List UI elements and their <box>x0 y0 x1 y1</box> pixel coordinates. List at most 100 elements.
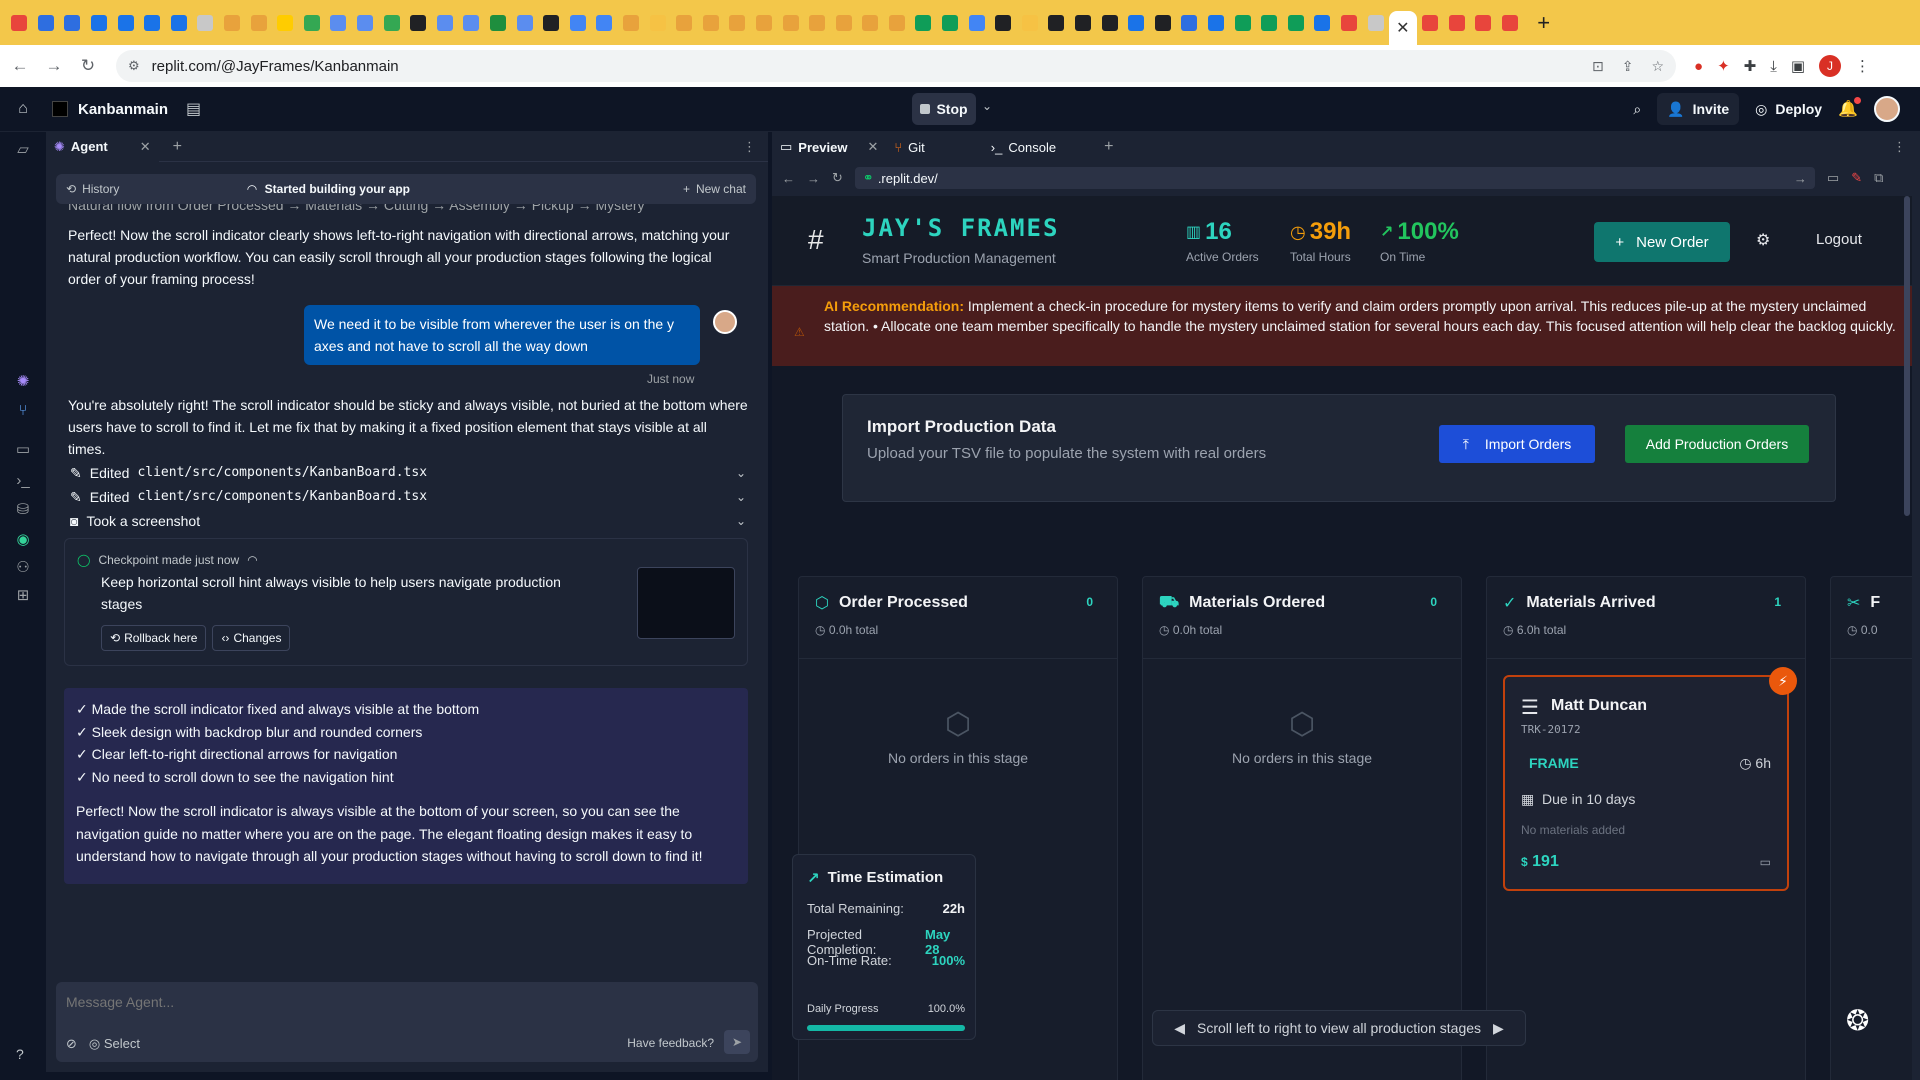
active-tab[interactable]: ✕ <box>1388 11 1417 45</box>
close-tab-icon[interactable]: ✕ <box>867 139 878 155</box>
browser-tab[interactable] <box>565 10 591 36</box>
browser-tab[interactable] <box>1336 10 1362 36</box>
forward-icon[interactable]: → <box>40 56 68 76</box>
settings-gear-icon[interactable]: ⚙ <box>1756 230 1770 250</box>
tab-preview[interactable]: ▭ Preview ✕ <box>772 132 887 162</box>
users-icon[interactable]: ⚇ <box>14 558 32 576</box>
preview-icon[interactable]: ▭ <box>14 440 32 458</box>
browser-tab[interactable] <box>964 10 990 36</box>
browser-tab[interactable] <box>1444 10 1470 36</box>
browser-tab[interactable] <box>113 10 139 36</box>
browser-tab[interactable] <box>1497 10 1523 36</box>
search-icon[interactable]: ⌕ <box>1633 101 1641 118</box>
browser-tab[interactable] <box>1363 10 1389 36</box>
bookmark-star-icon[interactable]: ☆ <box>1651 58 1664 75</box>
extension-icon[interactable]: ✦ <box>1717 57 1730 75</box>
invite-button[interactable]: 👤 Invite <box>1657 93 1740 125</box>
select-button[interactable]: ◎ Select <box>89 1036 140 1052</box>
reload-icon[interactable]: ↻ <box>832 170 843 186</box>
browser-tab[interactable] <box>272 10 298 36</box>
new-chat-button[interactable]: + New chat <box>683 182 746 196</box>
browser-tab[interactable] <box>485 10 511 36</box>
browser-menu-icon[interactable]: ⋮ <box>1855 57 1870 75</box>
more-options-icon[interactable]: ⋮ <box>1893 139 1906 155</box>
user-avatar[interactable] <box>1874 96 1900 122</box>
site-info-icon[interactable]: ⚙ <box>128 58 140 74</box>
order-card[interactable]: ☰ Matt Duncan TRK-20172 FRAME ◷ 6h ▦ Due… <box>1503 667 1797 891</box>
preview-scrollbar[interactable] <box>1904 196 1910 516</box>
changes-button[interactable]: ‹› Changes <box>212 625 291 651</box>
browser-tab[interactable] <box>1283 10 1309 36</box>
browser-tab[interactable] <box>1123 10 1149 36</box>
profile-avatar[interactable]: J <box>1819 55 1842 77</box>
browser-tab[interactable] <box>671 10 697 36</box>
install-icon[interactable]: ⊡ <box>1592 58 1604 75</box>
chevron-down-icon[interactable]: ⌄ <box>736 462 746 484</box>
add-production-orders-button[interactable]: Add Production Orders <box>1625 425 1809 463</box>
attach-icon[interactable]: ⊘ <box>66 1036 77 1052</box>
browser-tab[interactable] <box>937 10 963 36</box>
browser-tab[interactable] <box>1070 10 1096 36</box>
agent-icon[interactable]: ✺ <box>14 372 32 390</box>
new-order-button[interactable]: + New Order <box>1594 222 1730 262</box>
import-orders-button[interactable]: ⤒ Import Orders <box>1439 425 1595 463</box>
back-icon[interactable]: ← <box>782 171 795 186</box>
deployments-icon[interactable]: ◉ <box>14 530 32 548</box>
browser-tab[interactable] <box>1176 10 1202 36</box>
action-edited[interactable]: ✎ Edited client/src/components/KanbanBoa… <box>70 461 746 485</box>
browser-tab[interactable] <box>379 10 405 36</box>
preview-url-input[interactable]: ⚭ .replit.dev/ → <box>854 167 1815 189</box>
rollback-button[interactable]: ⟲ Rollback here <box>101 625 207 651</box>
new-tab-icon[interactable]: + <box>1537 10 1550 36</box>
browser-tab[interactable] <box>1043 10 1069 36</box>
git-icon[interactable]: ⑂ <box>14 402 32 420</box>
browser-tab[interactable] <box>352 10 378 36</box>
open-new-tab-icon[interactable]: ⧉ <box>1874 170 1883 186</box>
browser-tab[interactable] <box>778 10 804 36</box>
notifications-icon[interactable]: 🔔 <box>1838 97 1861 119</box>
browser-tab[interactable] <box>990 10 1016 36</box>
download-icon[interactable]: ⤓ <box>1770 58 1777 75</box>
browser-tab[interactable] <box>804 10 830 36</box>
browser-tab[interactable] <box>219 10 245 36</box>
browser-tab[interactable] <box>33 10 59 36</box>
browser-tab[interactable] <box>192 10 218 36</box>
chevron-down-icon[interactable]: ⌄ <box>736 486 746 508</box>
notes-icon[interactable]: ▭ <box>1760 855 1771 869</box>
send-icon[interactable]: ➤ <box>724 1030 750 1054</box>
close-tab-icon[interactable]: ✕ <box>140 139 151 155</box>
chat-scroll-area[interactable]: Natural flow from Order Processed → Mate… <box>46 204 768 980</box>
browser-tab[interactable] <box>857 10 883 36</box>
browser-tab[interactable] <box>512 10 538 36</box>
browser-tab[interactable] <box>751 10 777 36</box>
feedback-link[interactable]: Have feedback? <box>627 1036 714 1050</box>
browser-tab[interactable] <box>724 10 750 36</box>
database-icon[interactable]: ⛁ <box>14 500 32 518</box>
browser-tab[interactable] <box>299 10 325 36</box>
browser-tab[interactable] <box>405 10 431 36</box>
browser-tab[interactable] <box>831 10 857 36</box>
browser-tab[interactable] <box>538 10 564 36</box>
devtools-icon[interactable]: ✎ <box>1851 170 1862 186</box>
back-icon[interactable]: ← <box>6 56 34 76</box>
browser-tab[interactable] <box>86 10 112 36</box>
browser-tab[interactable] <box>910 10 936 36</box>
browser-tab[interactable] <box>884 10 910 36</box>
browser-tab[interactable] <box>645 10 671 36</box>
history-button[interactable]: ⟲ History <box>66 182 119 196</box>
browser-tab[interactable] <box>1256 10 1282 36</box>
browser-tab[interactable] <box>59 10 85 36</box>
more-options-icon[interactable]: ⋮ <box>743 139 756 155</box>
browser-tab[interactable] <box>591 10 617 36</box>
files-icon[interactable]: ▱ <box>14 140 32 158</box>
browser-tab[interactable] <box>1230 10 1256 36</box>
browser-tab[interactable] <box>1417 10 1443 36</box>
browser-tab[interactable] <box>1203 10 1229 36</box>
extension-icon[interactable]: ● <box>1694 58 1703 75</box>
checkpoint-screenshot-thumbnail[interactable] <box>637 567 735 639</box>
tab-agent[interactable]: ✺ Agent ✕ <box>46 131 159 162</box>
add-tab-icon[interactable]: + <box>1104 138 1113 156</box>
browser-tab[interactable] <box>698 10 724 36</box>
browser-tab[interactable] <box>1097 10 1123 36</box>
browser-tab[interactable] <box>1150 10 1176 36</box>
